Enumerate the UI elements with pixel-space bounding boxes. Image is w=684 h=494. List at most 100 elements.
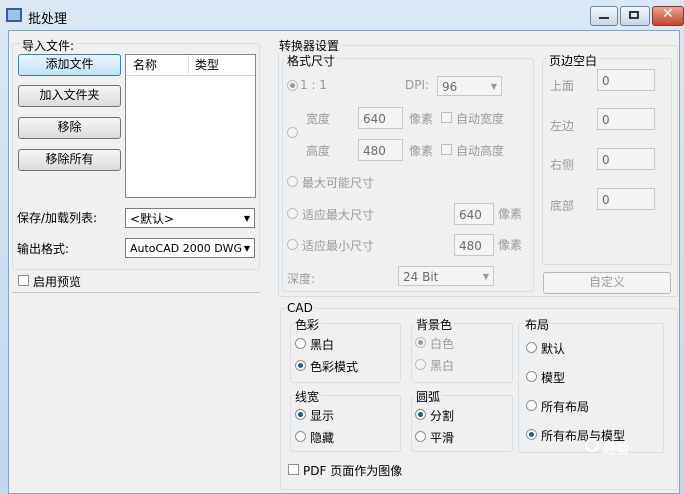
enable-preview-checkbox[interactable] bbox=[18, 275, 29, 286]
layout-model-label: 模型 bbox=[541, 371, 566, 385]
width-field[interactable]: 640 bbox=[358, 107, 403, 129]
fit-max-radio[interactable] bbox=[287, 208, 298, 219]
line-width-hide-label: 隐藏 bbox=[310, 431, 335, 445]
format-size-label: 格式尺寸 bbox=[285, 52, 338, 69]
minimize-icon bbox=[599, 17, 609, 19]
margin-top-label: 上面 bbox=[550, 79, 575, 93]
margins-label: 页边空白 bbox=[547, 52, 600, 69]
maximize-icon bbox=[629, 11, 639, 19]
layout-default-radio[interactable] bbox=[526, 342, 537, 353]
layout-all-model-radio[interactable] bbox=[526, 429, 537, 440]
margin-top-field[interactable]: 0 bbox=[597, 69, 655, 91]
chevron-down-icon: ▼ bbox=[243, 214, 250, 223]
remove-all-button[interactable]: 移除所有 bbox=[18, 149, 121, 171]
auto-width-checkbox[interactable] bbox=[441, 112, 452, 123]
chevron-down-icon: ▼ bbox=[482, 272, 489, 281]
height-unit: 像素 bbox=[409, 144, 434, 158]
window-title: 批处理 bbox=[28, 12, 68, 27]
background-bw-radio[interactable] bbox=[415, 359, 426, 370]
margin-left-field[interactable]: 0 bbox=[597, 108, 655, 130]
column-type[interactable]: 类型 bbox=[195, 55, 219, 75]
output-format-label: 输出格式: bbox=[17, 242, 70, 256]
line-width-label: 线宽 bbox=[293, 388, 322, 405]
fit-min-unit: 像素 bbox=[498, 238, 523, 252]
layout-model-radio[interactable] bbox=[526, 371, 537, 382]
max-size-label: 最大可能尺寸 bbox=[302, 176, 375, 190]
line-width-show-radio[interactable] bbox=[295, 409, 306, 420]
arc-smooth-radio[interactable] bbox=[415, 431, 426, 442]
maximize-button[interactable] bbox=[620, 6, 650, 26]
margin-right-field[interactable]: 0 bbox=[597, 148, 655, 170]
line-width-show-label: 显示 bbox=[310, 409, 335, 423]
fit-min-field[interactable]: 480 bbox=[454, 234, 494, 256]
chevron-down-icon: ▼ bbox=[490, 82, 497, 91]
watermark-text: 经验 bbox=[603, 442, 630, 457]
column-name[interactable]: 名称 bbox=[133, 55, 157, 75]
color-mode-radio[interactable] bbox=[295, 360, 306, 371]
arc-smooth-label: 平滑 bbox=[430, 431, 455, 445]
batch-window: 批处理 ✕ 导入文件: 添加文件 加入文件夹 移除 移除所有 名称 类型 保存/… bbox=[0, 0, 684, 494]
color-label: 色彩 bbox=[293, 316, 322, 333]
margin-bottom-label: 底部 bbox=[550, 199, 575, 213]
margin-left-label: 左边 bbox=[550, 119, 575, 133]
watermark-logo-icon bbox=[585, 438, 599, 452]
remove-button[interactable]: 移除 bbox=[18, 117, 121, 139]
color-mode-label: 色彩模式 bbox=[310, 360, 359, 374]
auto-height-label: 自动高度 bbox=[456, 144, 505, 158]
close-button[interactable]: ✕ bbox=[652, 6, 684, 26]
background-label: 背景色 bbox=[414, 316, 455, 333]
color-bw-label: 黑白 bbox=[310, 338, 335, 352]
width-label: 宽度 bbox=[306, 112, 331, 126]
customize-button[interactable]: 自定义 bbox=[543, 272, 671, 294]
background-bw-label: 黑白 bbox=[430, 359, 455, 373]
auto-height-checkbox[interactable] bbox=[441, 144, 452, 155]
width-unit: 像素 bbox=[409, 112, 434, 126]
close-icon: ✕ bbox=[662, 6, 674, 22]
fit-max-unit: 像素 bbox=[498, 207, 523, 221]
depth-value: 24 Bit bbox=[403, 270, 439, 284]
fit-max-label: 适应最大尺寸 bbox=[302, 208, 375, 222]
minimize-button[interactable] bbox=[590, 6, 618, 26]
pdf-as-image-checkbox[interactable] bbox=[288, 464, 299, 475]
dpi-value: 96 bbox=[442, 80, 458, 94]
file-list[interactable]: 名称 类型 bbox=[125, 54, 256, 198]
output-format-select[interactable]: AutoCAD 2000 DWG ▼ bbox=[125, 238, 255, 258]
enable-preview-label: 启用预览 bbox=[33, 275, 82, 289]
dpi-label: DPI: bbox=[405, 78, 430, 92]
background-white-label: 白色 bbox=[430, 337, 455, 351]
arc-split-radio[interactable] bbox=[415, 409, 426, 420]
layout-all-label: 所有布局 bbox=[541, 400, 590, 414]
add-file-button[interactable]: 添加文件 bbox=[18, 54, 121, 76]
dpi-select[interactable]: 96 ▼ bbox=[437, 76, 502, 96]
save-list-select[interactable]: <默认> ▼ bbox=[125, 208, 255, 228]
output-format-value: AutoCAD 2000 DWG bbox=[130, 242, 243, 255]
color-bw-radio[interactable] bbox=[295, 338, 306, 349]
fit-min-radio[interactable] bbox=[287, 239, 298, 250]
depth-label: 深度: bbox=[287, 272, 316, 286]
add-folder-button[interactable]: 加入文件夹 bbox=[18, 85, 121, 107]
depth-select[interactable]: 24 Bit ▼ bbox=[398, 266, 494, 286]
file-list-header: 名称 类型 bbox=[126, 55, 255, 76]
line-width-hide-radio[interactable] bbox=[295, 431, 306, 442]
arc-split-label: 分割 bbox=[430, 409, 455, 423]
background-white-radio[interactable] bbox=[415, 337, 426, 348]
custom-size-radio[interactable] bbox=[287, 127, 298, 138]
save-list-value: <默认> bbox=[130, 212, 175, 226]
ratio-radio[interactable] bbox=[287, 80, 298, 91]
auto-width-label: 自动宽度 bbox=[456, 112, 505, 126]
app-icon bbox=[6, 8, 22, 22]
height-label: 高度 bbox=[306, 144, 331, 158]
fit-max-field[interactable]: 640 bbox=[454, 203, 494, 225]
layout-all-radio[interactable] bbox=[526, 400, 537, 411]
preview-area bbox=[12, 292, 260, 489]
column-divider bbox=[188, 55, 189, 75]
cad-group-label: CAD bbox=[285, 301, 315, 315]
ratio-label: 1 : 1 bbox=[300, 78, 327, 92]
pdf-as-image-label: PDF 页面作为图像 bbox=[303, 464, 403, 478]
max-size-radio[interactable] bbox=[287, 176, 298, 187]
import-group-label: 导入文件: bbox=[20, 37, 77, 54]
save-list-label: 保存/加载列表: bbox=[17, 211, 98, 225]
layout-label: 布局 bbox=[523, 316, 552, 333]
height-field[interactable]: 480 bbox=[358, 139, 403, 161]
margin-bottom-field[interactable]: 0 bbox=[597, 188, 655, 210]
